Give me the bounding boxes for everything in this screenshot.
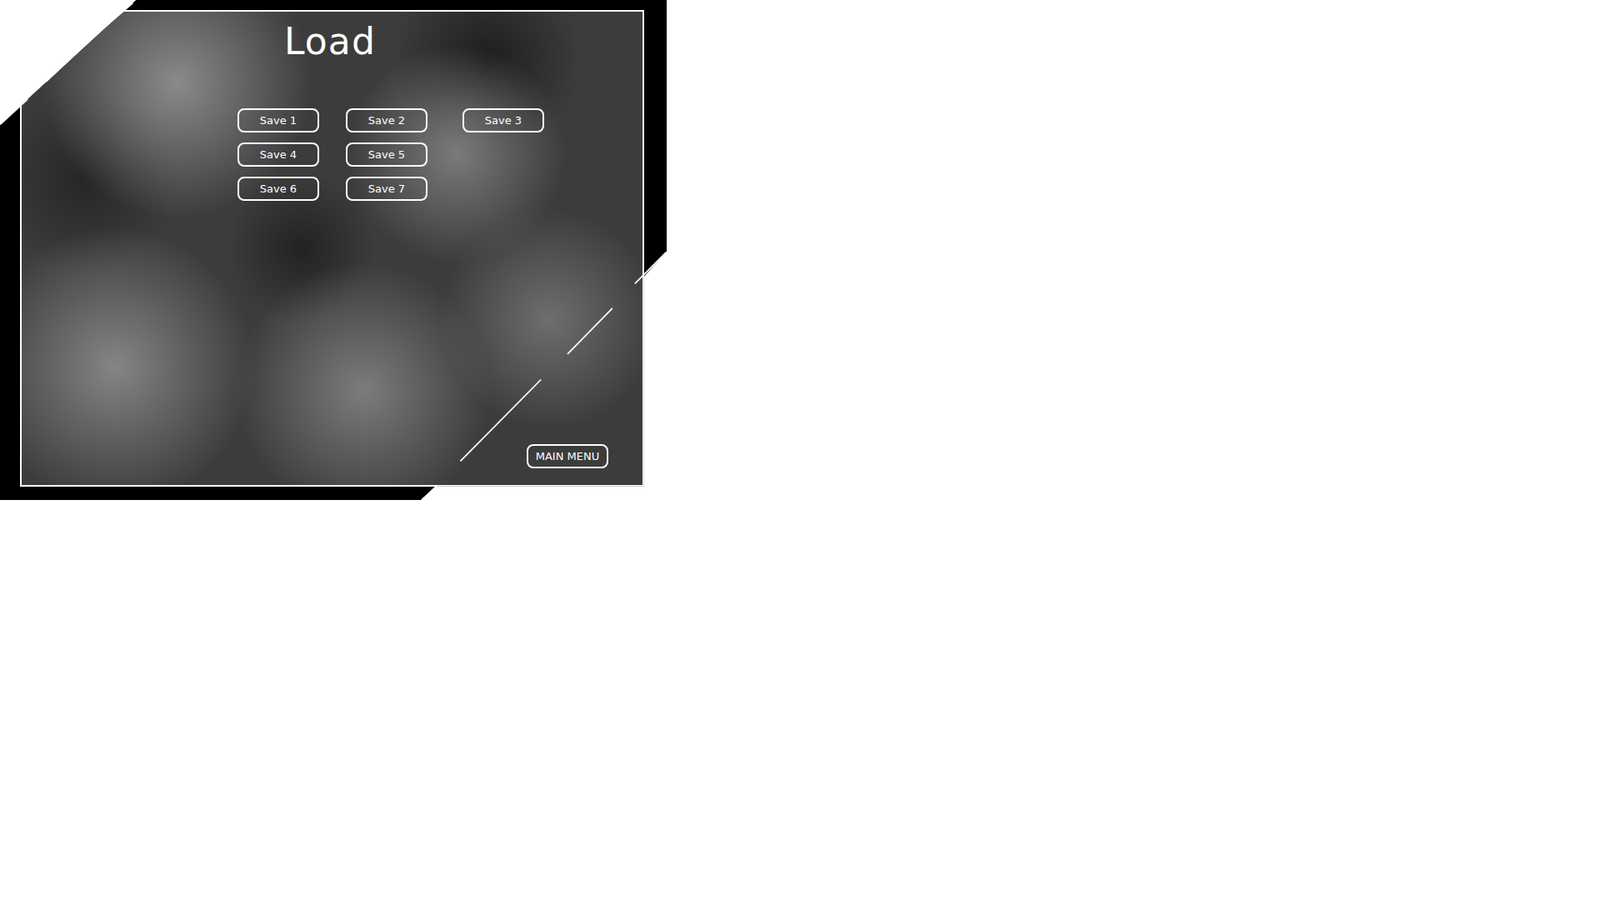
diagonal-lines-icon	[0, 0, 667, 500]
game-screen: Load Save 1Save 2Save 3Save 4Save 5Save …	[0, 0, 667, 500]
save-grid: Save 1Save 2Save 3Save 4Save 5Save 6Save…	[237, 108, 545, 201]
save-row: Save 4 Save 5	[237, 142, 545, 167]
save-slot-button[interactable]: Save 3	[462, 108, 545, 133]
save-row: Save 1 Save 2 Save 3	[237, 108, 545, 133]
screen-backdrop	[0, 0, 667, 500]
cloud-background	[20, 10, 645, 487]
save-slot-button[interactable]: Save 1	[237, 108, 320, 133]
main-menu-area: MAIN MENU	[526, 444, 609, 469]
title: Load	[284, 18, 545, 65]
save-row: Save 6 Save 7	[237, 176, 545, 201]
save-slot-button[interactable]: Save 6	[237, 176, 320, 201]
save-slot-button[interactable]: Save 4	[237, 142, 320, 167]
main-menu-button[interactable]: MAIN MENU	[526, 444, 609, 469]
save-slot-button[interactable]: Save 2	[345, 108, 428, 133]
load-menu: Load Save 1Save 2Save 3Save 4Save 5Save …	[237, 18, 545, 201]
save-slot-button[interactable]: Save 7	[345, 176, 428, 201]
save-slot-button[interactable]: Save 5	[345, 142, 428, 167]
